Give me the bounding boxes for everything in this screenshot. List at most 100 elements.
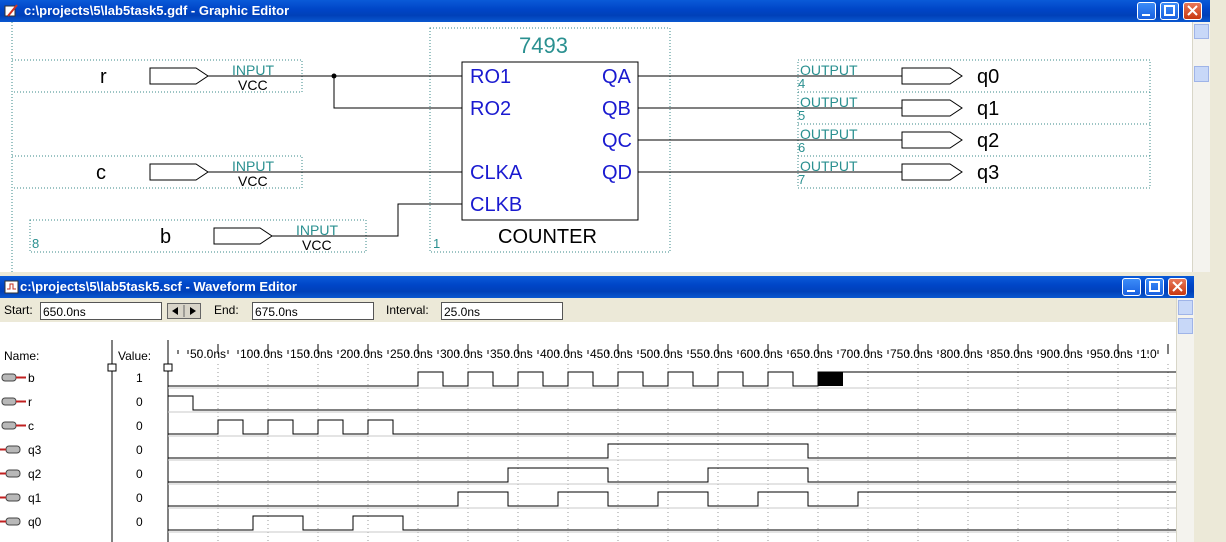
input-r-name: r <box>100 66 107 88</box>
waveform-trace-q2[interactable] <box>168 467 1176 483</box>
input-b-name: b <box>160 226 171 248</box>
signal-row-q2[interactable]: q2 0 <box>0 467 1176 485</box>
input-pin-icon <box>1 373 26 382</box>
time-tick-label: 700.0ns <box>840 347 883 361</box>
pin-ro1: RO1 <box>470 66 511 88</box>
output-q3-name: q3 <box>977 162 999 184</box>
time-tick-label: 950.0ns <box>1090 347 1133 361</box>
signal-row-q3[interactable]: q3 0 <box>0 443 1176 461</box>
graphic-editor-title: c:\projects\5\lab5task5.gdf - Graphic Ed… <box>24 3 290 18</box>
time-tick-label: 900.0ns <box>1040 347 1083 361</box>
output-q3-type: OUTPUT <box>800 158 858 174</box>
input-c-vcc: VCC <box>238 173 268 189</box>
pin-qc: QC <box>602 130 632 152</box>
signal-name[interactable]: q1 <box>28 491 42 505</box>
wf-scroll-thumb[interactable] <box>1178 318 1193 334</box>
step-arrows-icon <box>172 305 196 317</box>
waveform-editor-title: c:\projects\5\lab5task5.scf - Waveform E… <box>20 279 297 294</box>
waveform-editor-app-icon <box>4 279 20 295</box>
signal-row-q0[interactable]: q0 0 <box>0 515 1176 533</box>
time-tick-label: 800.0ns <box>940 347 983 361</box>
signal-name[interactable]: q2 <box>28 467 42 481</box>
wf-close-button[interactable] <box>1168 278 1187 296</box>
input-c-type: INPUT <box>232 158 274 174</box>
waveform-canvas: Name: Value: 50.0ns 100.0ns 150.0ns 200.0ns… <box>0 340 1176 542</box>
output-pin-icon <box>0 445 21 454</box>
waveform-trace-b[interactable] <box>168 371 1176 387</box>
time-tick-label: 1.0 <box>1140 347 1157 361</box>
schematic-canvas: r c b INPUT VCC INPUT VCC INPUT VCC 8 74… <box>11 22 1151 272</box>
time-tick-label: 350.0ns <box>490 347 533 361</box>
graphic-editor-titlebar[interactable]: c:\projects\5\lab5task5.gdf - Graphic Ed… <box>0 0 1210 22</box>
output-q0-type: OUTPUT <box>800 62 858 78</box>
time-tick-label: 450.0ns <box>590 347 633 361</box>
waveform-trace-q3[interactable] <box>168 443 1176 459</box>
signal-value: 0 <box>136 395 143 409</box>
value-header: Value: <box>118 349 151 363</box>
name-column-handle <box>107 363 117 372</box>
pin-qa: QA <box>602 66 632 88</box>
output-q0-symbol <box>901 67 963 85</box>
graphic-editor-window: c:\projects\5\lab5task5.gdf - Graphic Ed… <box>0 0 1210 272</box>
counter-part-number: 7493 <box>519 33 568 58</box>
output-q2-type: OUTPUT <box>800 126 858 142</box>
graphic-editor-scrollbar[interactable] <box>1192 22 1210 272</box>
output-q2-number: 6 <box>798 140 805 155</box>
pin-clkb: CLKB <box>470 194 522 216</box>
input-c-name: c <box>96 162 106 184</box>
output-q1-name: q1 <box>977 98 999 120</box>
counter-number: 1 <box>433 236 440 251</box>
output-q3-symbol <box>901 163 963 181</box>
wf-scroll-up-arrow-icon[interactable] <box>1178 300 1193 315</box>
waveform-editor-titlebar[interactable]: c:\projects\5\lab5task5.scf - Waveform E… <box>0 276 1194 298</box>
signal-row-r[interactable]: r0 <box>1 395 1176 413</box>
pin-qb: QB <box>602 98 631 120</box>
time-tick-label: 500.0ns <box>640 347 683 361</box>
junction-dot <box>331 73 337 79</box>
input-c-symbol <box>149 163 209 181</box>
input-b-number: 8 <box>32 236 39 251</box>
waveform-trace-q1[interactable] <box>168 491 1176 507</box>
signal-name[interactable]: b <box>28 371 35 385</box>
signal-name[interactable]: q3 <box>28 443 42 457</box>
wf-minimize-button[interactable] <box>1122 278 1141 296</box>
close-button[interactable] <box>1183 2 1202 20</box>
output-q2-name: q2 <box>977 130 999 152</box>
graphic-editor-app-icon <box>4 3 20 19</box>
maximize-button[interactable] <box>1160 2 1179 20</box>
signal-name[interactable]: q0 <box>28 515 42 529</box>
time-tick-label: 250.0ns <box>390 347 433 361</box>
pin-ro2: RO2 <box>470 98 511 120</box>
waveform-panel: Name: Value: 50.0ns 100.0ns 150.0ns 200.0ns… <box>0 322 1176 542</box>
output-q1-number: 5 <box>798 108 805 123</box>
input-b-symbol <box>213 227 273 245</box>
output-q0-number: 4 <box>798 76 805 91</box>
time-tick-label: 850.0ns <box>990 347 1033 361</box>
start-label: Start: <box>4 303 33 317</box>
signal-row-c[interactable]: c0 <box>1 419 1176 437</box>
waveform-scrollbar[interactable] <box>1176 298 1194 542</box>
time-tick-label: 100.0ns <box>240 347 283 361</box>
input-b-type: INPUT <box>296 222 338 238</box>
end-field[interactable]: 675.0ns <box>252 302 374 320</box>
selection-cursor[interactable] <box>818 372 843 386</box>
signal-row-b[interactable]: b1 <box>1 371 1176 389</box>
signal-name[interactable]: r <box>28 395 32 409</box>
signal-row-q1[interactable]: q1 0 <box>0 491 1176 509</box>
time-tick-label: 600.0ns <box>740 347 783 361</box>
wf-maximize-button[interactable] <box>1145 278 1164 296</box>
signal-value: 0 <box>136 443 143 457</box>
waveform-trace-c[interactable] <box>168 419 1176 435</box>
signal-name[interactable]: c <box>28 419 34 433</box>
scroll-thumb[interactable] <box>1194 66 1209 82</box>
waveform-trace-r[interactable] <box>168 395 1176 411</box>
input-b-vcc: VCC <box>302 237 332 253</box>
signal-value: 0 <box>136 491 143 505</box>
output-q1-type: OUTPUT <box>800 94 858 110</box>
start-field[interactable]: 650.0ns <box>40 302 162 320</box>
waveform-trace-q0[interactable] <box>168 515 1176 531</box>
time-tick-label: 300.0ns <box>440 347 483 361</box>
step-arrows-button[interactable] <box>167 303 201 319</box>
scroll-up-arrow-icon[interactable] <box>1194 24 1209 39</box>
minimize-button[interactable] <box>1137 2 1156 20</box>
